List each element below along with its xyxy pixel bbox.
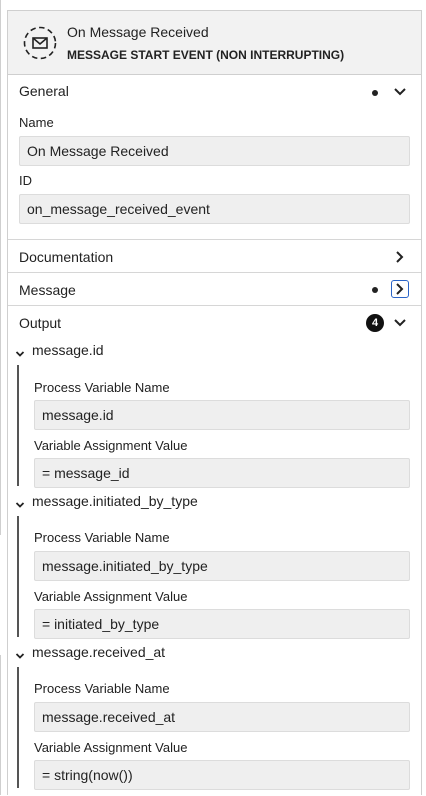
entry-indent-line bbox=[17, 365, 19, 486]
process-variable-name-input[interactable]: message.received_at bbox=[34, 702, 410, 732]
chevron-down-icon[interactable] bbox=[15, 500, 25, 510]
message-start-event-icon bbox=[23, 26, 57, 60]
chevron-down-icon[interactable] bbox=[392, 315, 408, 331]
process-variable-name-label: Process Variable Name bbox=[34, 380, 170, 395]
chevron-down-icon[interactable] bbox=[392, 84, 408, 100]
group-message[interactable]: Message bbox=[8, 273, 421, 305]
element-name: On Message Received bbox=[67, 24, 209, 40]
name-input[interactable]: On Message Received bbox=[19, 136, 410, 166]
variable-assignment-value-input[interactable]: = initiated_by_type bbox=[34, 609, 410, 639]
group-output-header[interactable]: Output 4 bbox=[8, 306, 421, 338]
id-input[interactable]: on_message_received_event bbox=[19, 194, 410, 224]
expand-message-button[interactable] bbox=[391, 280, 409, 298]
output-entry: message.id Process Variable Name message… bbox=[8, 342, 421, 492]
group-general: General Name On Message Received ID on_m… bbox=[8, 75, 421, 239]
group-documentation-title: Documentation bbox=[19, 249, 114, 265]
output-count-badge: 4 bbox=[366, 314, 384, 332]
group-general-header[interactable]: General bbox=[8, 75, 421, 107]
variable-assignment-value-input[interactable]: = string(now()) bbox=[34, 760, 410, 790]
group-documentation[interactable]: Documentation bbox=[8, 240, 421, 272]
entry-indent-line bbox=[17, 516, 19, 637]
id-label: ID bbox=[19, 173, 32, 188]
changed-indicator-dot bbox=[372, 287, 378, 293]
chevron-right-icon bbox=[396, 283, 404, 295]
name-label: Name bbox=[19, 115, 54, 130]
output-entry-title[interactable]: message.received_at bbox=[32, 644, 165, 660]
entry-indent-line bbox=[17, 667, 19, 788]
chevron-down-icon[interactable] bbox=[15, 651, 25, 661]
process-variable-name-label: Process Variable Name bbox=[34, 681, 170, 696]
variable-assignment-value-label: Variable Assignment Value bbox=[34, 740, 188, 755]
properties-panel: On Message Received MESSAGE START EVENT … bbox=[7, 10, 422, 795]
group-output: Output 4 message.id Process Variable Nam… bbox=[8, 306, 421, 796]
panel-header: On Message Received MESSAGE START EVENT … bbox=[8, 11, 421, 75]
group-message-title: Message bbox=[19, 282, 76, 298]
variable-assignment-value-label: Variable Assignment Value bbox=[34, 438, 188, 453]
chevron-down-icon[interactable] bbox=[15, 349, 25, 359]
group-output-title: Output bbox=[19, 315, 62, 331]
changed-indicator-dot bbox=[372, 90, 378, 96]
output-entry-title[interactable]: message.initiated_by_type bbox=[32, 493, 198, 509]
output-entry: message.received_at Process Variable Nam… bbox=[8, 644, 421, 794]
variable-assignment-value-input[interactable]: = message_id bbox=[34, 458, 410, 488]
output-entry-title[interactable]: message.id bbox=[32, 342, 104, 358]
element-type: MESSAGE START EVENT (NON INTERRUPTING) bbox=[67, 48, 345, 62]
output-entry: message.initiated_by_type Process Variab… bbox=[8, 493, 421, 643]
process-variable-name-input[interactable]: message.id bbox=[34, 400, 410, 430]
chevron-right-icon[interactable] bbox=[392, 249, 408, 265]
variable-assignment-value-label: Variable Assignment Value bbox=[34, 589, 188, 604]
process-variable-name-input[interactable]: message.initiated_by_type bbox=[34, 551, 410, 581]
group-general-title: General bbox=[19, 83, 69, 99]
process-variable-name-label: Process Variable Name bbox=[34, 530, 170, 545]
